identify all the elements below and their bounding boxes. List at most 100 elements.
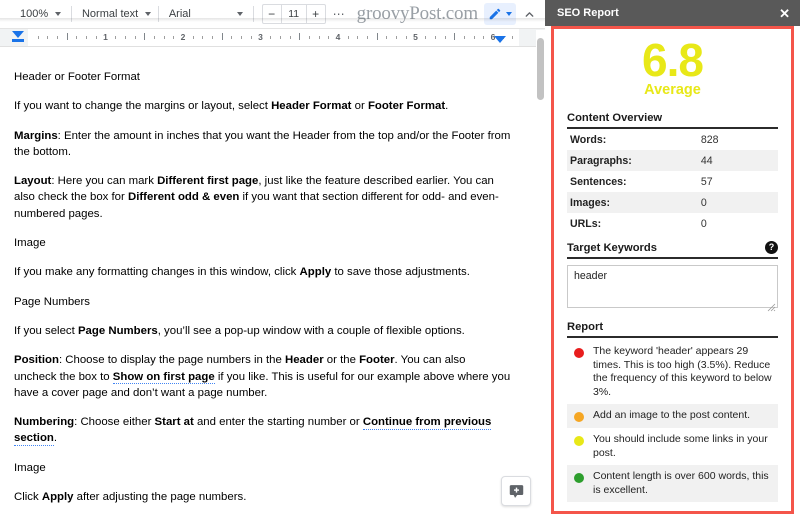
text-run: Image <box>14 461 46 474</box>
add-comment-icon <box>509 484 523 498</box>
right-indent-marker[interactable] <box>494 36 506 43</box>
seo-panel-title: SEO Report <box>557 7 619 19</box>
report-item: Add an image to the post content. <box>567 404 778 428</box>
add-comment-button[interactable] <box>501 476 531 506</box>
ruler-tick <box>153 36 155 39</box>
severity-dot-notice <box>574 435 584 446</box>
bold-run: Different first page <box>157 175 259 188</box>
bold-run: Start at <box>154 416 194 429</box>
report-item-text: Content length is over 600 words, this i… <box>593 470 769 496</box>
ruler-tick <box>37 36 39 39</box>
bold-run: Layout <box>14 175 52 188</box>
ruler-tick <box>434 36 436 39</box>
more-options-button[interactable]: ⋯ <box>326 8 353 20</box>
bold-run: Header Format <box>271 100 352 113</box>
overview-metric-value: 44 <box>700 154 713 167</box>
ruler-tick <box>376 33 378 40</box>
document-paragraph: Position: Choose to display the page num… <box>14 352 511 401</box>
overview-metric-value: 57 <box>700 175 713 188</box>
text-run: Header or Footer Format <box>14 71 140 83</box>
report-heading: Report <box>567 321 778 338</box>
overview-metric-value: 0 <box>700 217 707 230</box>
ruler-tick <box>221 33 223 40</box>
overview-metric-value: 828 <box>700 133 719 146</box>
ruler-tick <box>270 36 272 39</box>
severity-dot-ok <box>574 473 584 484</box>
ruler-tick <box>386 36 388 39</box>
document-paragraph: Margins: Enter the amount in inches that… <box>14 128 511 161</box>
chevron-down-icon <box>505 12 512 16</box>
document-canvas[interactable]: Header or Footer Format If you want to ch… <box>0 47 545 514</box>
document-paragraph: Image <box>14 460 511 476</box>
document-paragraph: If you want to change the margins or lay… <box>14 98 511 114</box>
text-run: or the <box>323 354 360 367</box>
report-item-text: You should include some links in your po… <box>593 432 768 459</box>
ruler-tick <box>463 36 465 39</box>
ruler-tick <box>134 36 136 39</box>
document-scrollbar[interactable] <box>536 30 545 514</box>
report-item-text: Add an image to the post content. <box>593 409 751 422</box>
text-run: : Here you can mark <box>51 175 158 188</box>
ruler-tick <box>192 36 194 39</box>
severity-dot-warning <box>574 412 584 423</box>
text-run: If you want to change the margins or lay… <box>14 100 272 113</box>
text-run: , you’ll see a pop-up window with a coup… <box>157 324 465 337</box>
ruler-tick <box>231 36 233 39</box>
document-paragraph: Numbering: Choose either Start at and en… <box>14 414 511 447</box>
ruler-tick <box>318 36 320 39</box>
chevron-down-icon <box>145 12 152 16</box>
seo-score-value: 6.8 <box>642 34 704 86</box>
text-run: If you make any formatting changes in th… <box>14 266 300 279</box>
seo-score: 6.8 Average <box>567 35 778 104</box>
text-run: Image <box>14 237 46 250</box>
ruler-tick <box>396 36 398 39</box>
table-row: Words: 828 <box>567 129 778 150</box>
ruler-number: 5 <box>413 32 418 42</box>
table-row: URLs: 0 <box>567 213 778 234</box>
ruler-tick <box>76 36 78 39</box>
report-item: You should include some links in your po… <box>567 428 778 465</box>
ruler-tick <box>47 36 49 39</box>
ruler-number: 2 <box>180 32 186 42</box>
bold-run: Different odd & even <box>127 191 240 204</box>
ruler-tick <box>289 36 291 39</box>
ruler-tick <box>367 36 369 39</box>
text-run: Page Numbers <box>14 295 90 308</box>
ruler-tick <box>250 36 252 39</box>
ruler-tick <box>512 36 514 39</box>
left-indent-marker[interactable] <box>12 31 24 38</box>
document-paragraph: Image <box>14 235 511 251</box>
seo-score-label: Average <box>644 82 701 98</box>
target-keywords-input[interactable] <box>567 265 778 308</box>
ruler-tick <box>308 36 310 39</box>
ruler-number: 3 <box>258 32 263 42</box>
content-overview-table: Words: 828 Paragraphs: 44 Sentences: 57 Images… <box>567 129 778 234</box>
close-icon[interactable]: ✕ <box>779 7 790 20</box>
document-paragraph: Click Apply after adjusting the page num… <box>14 489 511 505</box>
text-run: . <box>445 100 449 113</box>
target-keywords-heading: Target Keywords ? <box>567 241 778 259</box>
ruler-tick <box>279 36 281 39</box>
table-row: Sentences: 57 <box>567 171 778 192</box>
bold-run: Show on first page <box>112 370 215 385</box>
document-paragraph: Page Numbers <box>14 294 511 310</box>
ruler-tick <box>66 33 68 40</box>
bold-run: Apply <box>41 491 74 504</box>
left-margin-bar[interactable] <box>12 39 24 42</box>
text-run: after adjusting the page numbers. <box>73 491 247 504</box>
ruler-tick <box>241 36 243 39</box>
seo-panel-header: SEO Report ✕ <box>545 0 800 26</box>
text-run: : Enter the amount in inches that you wa… <box>14 129 511 158</box>
document-paragraph: Layout: Here you can mark Different firs… <box>14 173 511 222</box>
ruler-tick <box>124 36 126 39</box>
ruler-tick <box>115 36 117 39</box>
bold-run: Position <box>14 354 59 367</box>
text-run: to save those adjustments. <box>331 266 470 279</box>
table-row: Images: 0 <box>567 192 778 213</box>
ruler-tick <box>202 36 204 39</box>
scrollbar-thumb[interactable] <box>537 38 544 100</box>
ruler-tick <box>163 36 165 39</box>
document-ruler[interactable]: 123456 <box>0 29 545 47</box>
document-paragraph: If you make any formatting changes in th… <box>14 264 511 280</box>
question-mark-icon[interactable]: ? <box>765 241 778 254</box>
